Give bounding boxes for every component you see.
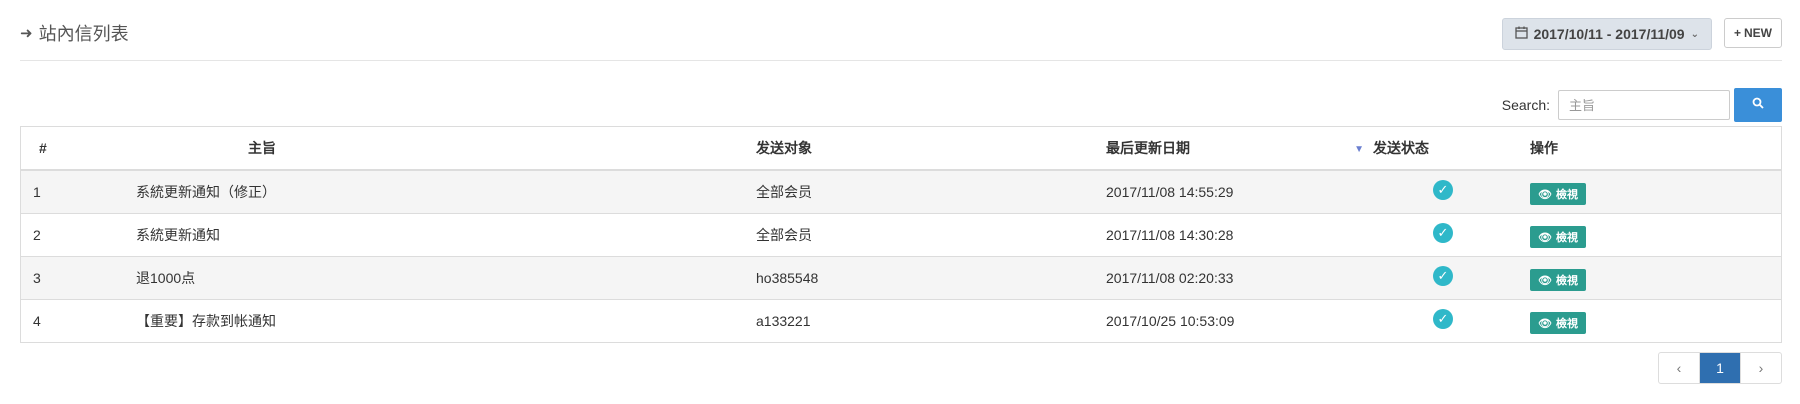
col-header-target[interactable]: 发送对象 [755, 126, 1105, 171]
row-num: 1 [20, 169, 136, 214]
row-date: 2017/11/08 02:20:33 [1105, 256, 1372, 300]
plus-icon: + [1733, 26, 1741, 40]
row-subject: 系統更新通知 [136, 213, 755, 257]
row-subject: 退1000点 [136, 256, 755, 300]
sort-desc-icon: ▼ [1354, 144, 1364, 155]
col-header-date[interactable]: 最后更新日期 ▼ [1105, 126, 1372, 171]
row-subject: 系統更新通知（修正） [136, 169, 755, 214]
calendar-icon [1514, 26, 1528, 42]
row-num: 4 [20, 299, 136, 343]
col-header-subject-label: 主旨 [248, 140, 276, 156]
view-button[interactable]: 👁 檢視 [1530, 183, 1586, 205]
date-range-text: 2017/10/11 - 2017/11/09 [1533, 26, 1685, 42]
message-table: # 主旨 发送对象 最后更新日期 ▼ 发送状态 操作 1 系統更新通知（修正） … [20, 126, 1782, 343]
page-button-current[interactable]: 1 [1700, 353, 1740, 383]
eye-icon: 👁 [1538, 188, 1552, 201]
page-title-text: 站內信列表 [38, 24, 129, 44]
search-label: Search: [1501, 97, 1550, 113]
row-target: 全部会员 [755, 213, 1105, 257]
search-button[interactable] [1734, 88, 1782, 122]
chevron-down-icon: ⌄ [1690, 28, 1699, 40]
search-icon [1752, 96, 1764, 114]
row-status: ✓ [1372, 169, 1529, 214]
check-circle-icon: ✓ [1433, 180, 1453, 201]
view-button[interactable]: 👁 檢視 [1530, 269, 1586, 291]
view-button[interactable]: 👁 檢視 [1530, 312, 1586, 334]
check-circle-icon: ✓ [1433, 266, 1453, 287]
row-date: 2017/11/08 14:30:28 [1105, 213, 1372, 257]
view-button-label: 檢視 [1555, 232, 1578, 244]
row-target: 全部会员 [755, 169, 1105, 214]
col-header-num[interactable]: # [20, 126, 136, 171]
eye-icon: 👁 [1538, 317, 1552, 330]
row-ops: 👁 檢視 [1529, 299, 1782, 343]
row-status: ✓ [1372, 213, 1529, 257]
date-range-picker[interactable]: 2017/10/11 - 2017/11/09 ⌄ [1501, 18, 1712, 50]
search-bar: Search: [1502, 88, 1782, 122]
col-header-ops: 操作 [1529, 126, 1782, 171]
col-header-status[interactable]: 发送状态 [1372, 126, 1529, 171]
new-button[interactable]: + NEW [1723, 18, 1782, 48]
view-button[interactable]: 👁 檢視 [1530, 226, 1586, 248]
col-header-subject[interactable]: 主旨 [136, 126, 755, 171]
table-header-row: # 主旨 发送对象 最后更新日期 ▼ 发送状态 操作 [20, 126, 1782, 171]
check-circle-icon: ✓ [1433, 223, 1453, 244]
table-row: 3 退1000点 ho385548 2017/11/08 02:20:33 ✓ … [20, 256, 1782, 300]
table-row: 4 【重要】存款到帐通知 a133221 2017/10/25 10:53:09… [20, 299, 1782, 343]
new-button-label: NEW [1744, 26, 1772, 40]
row-num: 3 [20, 256, 136, 300]
row-ops: 👁 檢視 [1529, 213, 1782, 257]
row-subject: 【重要】存款到帐通知 [136, 299, 755, 343]
col-header-date-label: 最后更新日期 [1106, 140, 1190, 156]
row-target: ho385548 [755, 256, 1105, 300]
search-input[interactable] [1558, 90, 1730, 120]
row-num: 2 [20, 213, 136, 257]
view-button-label: 檢視 [1555, 275, 1578, 287]
check-circle-icon: ✓ [1433, 309, 1453, 330]
table-row: 1 系統更新通知（修正） 全部会员 2017/11/08 14:55:29 ✓ … [20, 169, 1782, 214]
row-status: ✓ [1372, 256, 1529, 300]
row-date: 2017/10/25 10:53:09 [1105, 299, 1372, 343]
eye-icon: 👁 [1538, 274, 1552, 287]
row-ops: 👁 檢視 [1529, 256, 1782, 300]
sign-in-icon: ➜ [20, 25, 33, 42]
prev-page-button[interactable]: ‹ [1659, 353, 1700, 383]
pagination: ‹ 1 › [1658, 352, 1782, 384]
row-target: a133221 [755, 299, 1105, 343]
eye-icon: 👁 [1538, 231, 1552, 244]
page-title: ➜ 站內信列表 [20, 20, 129, 46]
row-status: ✓ [1372, 299, 1529, 343]
table-row: 2 系統更新通知 全部会员 2017/11/08 14:30:28 ✓ 👁 檢視 [20, 213, 1782, 257]
view-button-label: 檢視 [1555, 318, 1578, 330]
next-page-button[interactable]: › [1740, 353, 1781, 383]
view-button-label: 檢視 [1555, 189, 1578, 201]
page-header: ➜ 站內信列表 2017/10/11 - 2017/11/09 ⌄ + NEW [20, 14, 1782, 61]
row-ops: 👁 檢視 [1529, 169, 1782, 214]
row-date: 2017/11/08 14:55:29 [1105, 169, 1372, 214]
